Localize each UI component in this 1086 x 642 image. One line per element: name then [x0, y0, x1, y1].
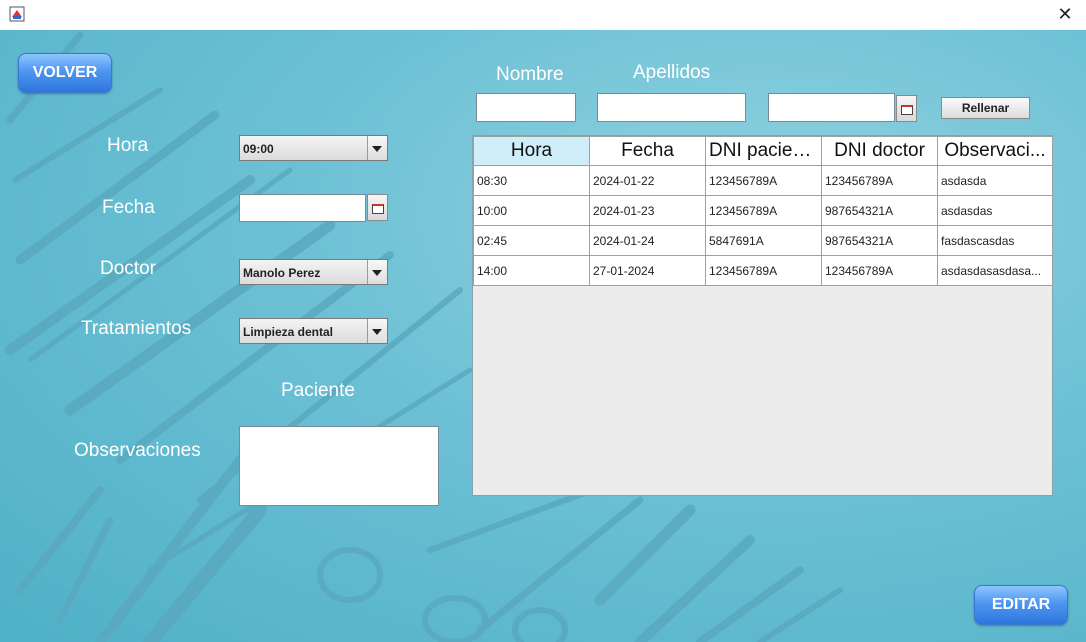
column-header-dni-doctor[interactable]: DNI doctor [821, 136, 938, 166]
doctor-select[interactable]: Manolo Perez [239, 259, 388, 285]
hora-label: Hora [107, 135, 149, 156]
cell-dni-doctor[interactable]: 123456789A [821, 165, 938, 196]
java-app-icon [9, 6, 25, 22]
cell-dni-paciente[interactable]: 123456789A [705, 255, 822, 286]
chevron-down-icon[interactable] [367, 319, 387, 343]
edit-button[interactable]: EDITAR [974, 585, 1068, 625]
doctor-select-value: Manolo Perez [243, 266, 321, 280]
cell-fecha[interactable]: 27-01-2024 [589, 255, 706, 286]
cell-fecha[interactable]: 2024-01-22 [589, 165, 706, 196]
calendar-button[interactable] [367, 194, 388, 221]
search-calendar-button[interactable] [896, 95, 917, 122]
observaciones-label: Observaciones [74, 440, 201, 461]
cell-observaciones[interactable]: asdasdas [937, 195, 1053, 226]
column-header-hora[interactable]: Hora [473, 136, 590, 166]
table-row[interactable]: 08:30 2024-01-22 123456789A 123456789A a… [473, 165, 1053, 196]
close-window-button[interactable]: ✕ [1054, 4, 1076, 26]
hora-select[interactable]: 09:00 [239, 135, 388, 161]
calendar-icon [901, 105, 913, 115]
tratamiento-select-value: Limpieza dental [243, 325, 334, 339]
cell-dni-doctor[interactable]: 987654321A [821, 195, 938, 226]
search-fecha-field[interactable] [768, 93, 895, 122]
nombre-label: Nombre [496, 64, 564, 85]
title-bar: ✕ [0, 0, 1086, 30]
cell-hora[interactable]: 10:00 [473, 195, 590, 226]
apellidos-label: Apellidos [633, 62, 711, 83]
paciente-label: Paciente [281, 380, 355, 401]
chevron-down-icon[interactable] [367, 260, 387, 284]
observaciones-textarea[interactable] [239, 426, 439, 506]
main-panel: VOLVER Hora Fecha Doctor Tratamientos Pa… [0, 30, 1086, 642]
tratamiento-select[interactable]: Limpieza dental [239, 318, 388, 344]
nombre-input[interactable] [476, 93, 576, 122]
table-row[interactable]: 10:00 2024-01-23 123456789A 987654321A a… [473, 195, 1053, 226]
cell-dni-paciente[interactable]: 123456789A [705, 195, 822, 226]
cell-observaciones[interactable]: asdasdasasdasa... [937, 255, 1053, 286]
cell-fecha[interactable]: 2024-01-23 [589, 195, 706, 226]
apellidos-input[interactable] [597, 93, 746, 122]
cell-dni-doctor[interactable]: 987654321A [821, 225, 938, 256]
chevron-down-icon[interactable] [367, 136, 387, 160]
tratamientos-label: Tratamientos [81, 318, 192, 339]
cell-dni-paciente[interactable]: 5847691A [705, 225, 822, 256]
cell-observaciones[interactable]: asdasda [937, 165, 1053, 196]
cell-dni-doctor[interactable]: 123456789A [821, 255, 938, 286]
column-header-dni-paciente[interactable]: DNI paciente [705, 136, 822, 166]
table-header-row: Hora Fecha DNI paciente DNI doctor Obser… [473, 136, 1053, 166]
fecha-field[interactable] [239, 194, 366, 222]
rellenar-button[interactable]: Rellenar [941, 97, 1030, 119]
doctor-label: Doctor [100, 258, 156, 279]
hora-select-value: 09:00 [243, 142, 274, 156]
table-row[interactable]: 02:45 2024-01-24 5847691A 987654321A fas… [473, 225, 1053, 256]
table-row[interactable]: 14:00 27-01-2024 123456789A 123456789A a… [473, 255, 1053, 286]
cell-hora[interactable]: 14:00 [473, 255, 590, 286]
back-button[interactable]: VOLVER [18, 53, 112, 93]
column-header-fecha[interactable]: Fecha [589, 136, 706, 166]
fecha-label: Fecha [102, 197, 155, 218]
calendar-icon [372, 204, 384, 214]
column-header-observaciones[interactable]: Observaci... [937, 136, 1053, 166]
cell-dni-paciente[interactable]: 123456789A [705, 165, 822, 196]
cell-hora[interactable]: 02:45 [473, 225, 590, 256]
cell-hora[interactable]: 08:30 [473, 165, 590, 196]
cell-observaciones[interactable]: fasdascasdas [937, 225, 1053, 256]
citas-table: Hora Fecha DNI paciente DNI doctor Obser… [472, 135, 1053, 496]
cell-fecha[interactable]: 2024-01-24 [589, 225, 706, 256]
